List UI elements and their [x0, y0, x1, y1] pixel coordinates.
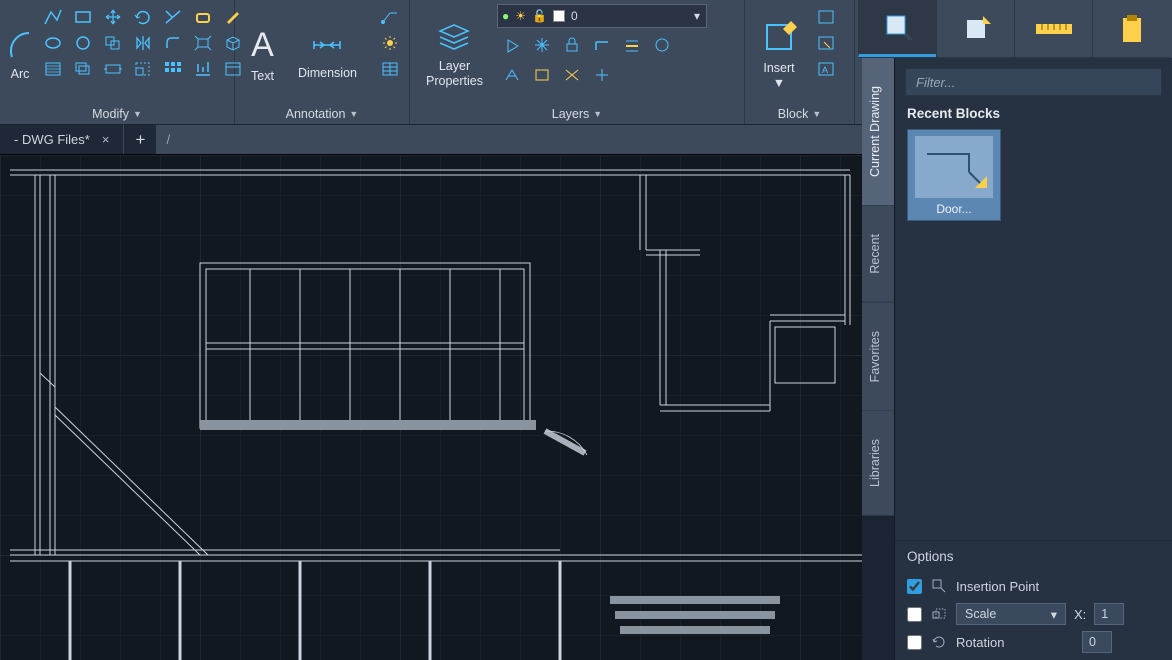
options-section: Options Insertion Point Scale▾ X: 1: [895, 540, 1172, 660]
layer-color-swatch: [553, 10, 565, 22]
drawing-canvas[interactable]: [0, 155, 862, 660]
opt-scale: Scale▾ X: 1: [907, 600, 1160, 628]
filter-input[interactable]: Filter...: [905, 68, 1162, 96]
layer-selector[interactable]: ● ☀ 🔓 0 ▾: [497, 4, 707, 28]
opt-rotation: Rotation 0: [907, 628, 1160, 656]
rotation-label: Rotation: [956, 635, 1074, 650]
layer-c-icon[interactable]: [557, 62, 587, 88]
palette-tabs: [858, 0, 1170, 58]
layer-d-icon[interactable]: [587, 62, 617, 88]
block-thumb: [915, 136, 993, 198]
insertion-point-icon: [930, 577, 948, 595]
modify-tool-grid: [38, 4, 248, 82]
side-tab-favorites[interactable]: Favorites: [862, 303, 894, 411]
layer-lock-icon[interactable]: [557, 32, 587, 58]
explode-icon[interactable]: [188, 30, 218, 56]
palette-tab-measure[interactable]: [1014, 0, 1092, 57]
palette-tab-blocks[interactable]: [858, 0, 936, 57]
layer-name: 0: [571, 9, 578, 23]
copy-icon[interactable]: [98, 30, 128, 56]
panel-layers: LayerProperties ● ☀ 🔓 0 ▾: [410, 0, 745, 124]
align-icon[interactable]: [188, 56, 218, 82]
close-tab-icon[interactable]: ×: [102, 132, 110, 147]
rotate-icon[interactable]: [128, 4, 158, 30]
trim-icon[interactable]: [158, 4, 188, 30]
mirror-icon[interactable]: [128, 30, 158, 56]
modify-panel-title[interactable]: Modify▼: [6, 105, 228, 122]
rotation-checkbox[interactable]: [907, 635, 922, 650]
layer-properties-button[interactable]: LayerProperties: [416, 4, 493, 105]
edit-block-icon[interactable]: [811, 30, 841, 56]
leader-icon[interactable]: [375, 4, 405, 30]
side-tab-current[interactable]: Current Drawing: [862, 58, 894, 206]
rectangle-icon[interactable]: [68, 4, 98, 30]
layer-walk-icon[interactable]: [647, 32, 677, 58]
create-block-icon[interactable]: [811, 4, 841, 30]
new-tab-button[interactable]: +: [124, 125, 156, 154]
scale-icon: [930, 605, 948, 623]
arc-button[interactable]: Arc: [6, 4, 34, 105]
side-tab-strip: Current Drawing Recent Favorites Librari…: [862, 58, 894, 516]
panel-modify: Arc: [0, 0, 235, 124]
side-tab-recent[interactable]: Recent: [862, 206, 894, 303]
block-tile-door[interactable]: Door...: [907, 129, 1001, 221]
layer-iso-icon[interactable]: [617, 32, 647, 58]
block-panel-title[interactable]: Block▼: [751, 105, 848, 122]
layer-off-icon[interactable]: [497, 32, 527, 58]
circle-icon[interactable]: [68, 30, 98, 56]
arc-label: Arc: [11, 67, 30, 81]
layer-b-icon[interactable]: [527, 62, 557, 88]
sun-icon[interactable]: [375, 30, 405, 56]
panel-block: Insert▼ A Block▼: [745, 0, 855, 124]
layer-freeze-icon[interactable]: [527, 32, 557, 58]
palette-tab-clipboard[interactable]: [1092, 0, 1170, 57]
ellipse-icon[interactable]: [38, 30, 68, 56]
side-tab-libraries[interactable]: Libraries: [862, 411, 894, 516]
move-icon[interactable]: [98, 4, 128, 30]
insertion-point-checkbox[interactable]: [907, 579, 922, 594]
drawing-svg: [0, 155, 862, 660]
x-label: X:: [1074, 607, 1086, 622]
scale-checkbox[interactable]: [907, 607, 922, 622]
table-icon[interactable]: [375, 56, 405, 82]
array-icon[interactable]: [158, 56, 188, 82]
offset-icon[interactable]: [68, 56, 98, 82]
annotation-panel-title[interactable]: Annotation▼: [241, 105, 403, 122]
layers-panel-title[interactable]: Layers▼: [416, 105, 738, 122]
insertion-point-label: Insertion Point: [956, 579, 1039, 594]
rotation-icon: [930, 633, 948, 651]
insert-button[interactable]: Insert▼: [751, 4, 807, 105]
attr-block-icon[interactable]: A: [811, 56, 841, 82]
erase-icon[interactable]: [188, 4, 218, 30]
stretch-icon[interactable]: [98, 56, 128, 82]
block-caption: Door...: [936, 202, 971, 216]
file-tab[interactable]: - DWG Files* ×: [0, 125, 124, 154]
blocks-panel: Filter... Recent Blocks Door... Options …: [894, 58, 1172, 660]
panel-annotation: A Text Dimension Annotation▼: [235, 0, 410, 124]
scale-x-field[interactable]: 1: [1094, 603, 1124, 625]
polyline-icon[interactable]: [38, 4, 68, 30]
text-button[interactable]: A Text: [241, 4, 284, 105]
recent-blocks-header: Recent Blocks: [895, 102, 1172, 129]
options-header: Options: [907, 549, 1160, 564]
layer-a-icon[interactable]: [497, 62, 527, 88]
scale-dropdown[interactable]: Scale▾: [956, 603, 1066, 625]
block-grid: Door...: [895, 129, 1172, 221]
fillet-icon[interactable]: [158, 30, 188, 56]
scale-icon[interactable]: [128, 56, 158, 82]
rotation-field[interactable]: 0: [1082, 631, 1112, 653]
palette-tab-new[interactable]: [936, 0, 1014, 57]
opt-insertion-point: Insertion Point: [907, 572, 1160, 600]
dimension-button[interactable]: Dimension: [288, 4, 367, 105]
hatch-icon[interactable]: [38, 56, 68, 82]
layer-match-icon[interactable]: [587, 32, 617, 58]
tab-tail: /: [156, 125, 170, 154]
file-tab-label: - DWG Files*: [14, 132, 90, 147]
svg-text:A: A: [822, 65, 828, 75]
